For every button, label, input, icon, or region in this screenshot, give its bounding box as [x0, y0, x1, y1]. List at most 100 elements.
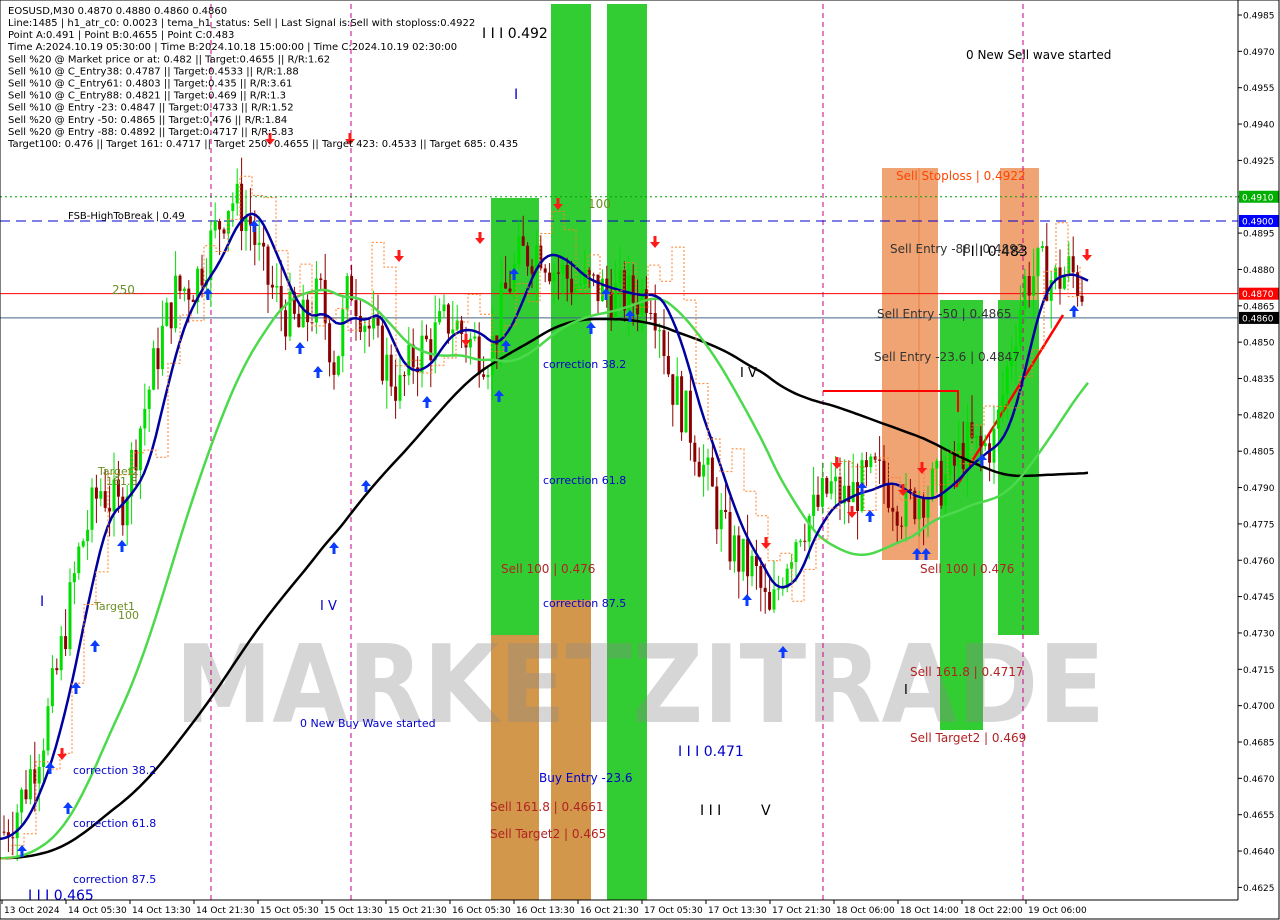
time-tick-label: 18 Oct 22:00	[964, 906, 1023, 916]
bull-candle	[807, 515, 811, 542]
time-tick-label: 14 Oct 05:30	[68, 906, 127, 916]
bull-candle	[499, 282, 503, 345]
chart-annotation: 100	[588, 197, 611, 211]
bear-candle	[11, 837, 15, 839]
bull-candle	[684, 390, 688, 433]
bear-candle	[402, 375, 406, 377]
price-tick-label: 0.4970	[1243, 48, 1275, 58]
price-tick-label: 0.4625	[1243, 884, 1275, 894]
bull-candle	[917, 498, 921, 520]
time-tick-label: 16 Oct 05:30	[452, 906, 511, 916]
price-tag-label: 0.4910	[1242, 193, 1274, 203]
time-tick-label: 16 Oct 13:30	[516, 906, 575, 916]
bull-candle	[345, 276, 349, 310]
bull-candle	[517, 236, 521, 264]
chart-annotation: I I I 0.492	[482, 26, 548, 42]
bear-candle	[526, 245, 530, 267]
bull-candle	[869, 456, 873, 468]
bull-candle	[820, 477, 824, 507]
bear-candle	[108, 507, 112, 512]
bull-candle	[20, 789, 24, 813]
signal-info-line: Target100: 0.476 || Target 161: 0.4717 |…	[7, 139, 518, 150]
price-tick-label: 0.4775	[1243, 520, 1275, 530]
time-tick-label: 17 Oct 21:30	[772, 906, 831, 916]
price-tick-label: 0.4955	[1243, 84, 1275, 94]
bull-candle	[143, 408, 147, 429]
bear-candle	[191, 299, 195, 303]
time-tick-label: 17 Oct 13:30	[708, 906, 767, 916]
chart-annotation: I	[514, 87, 518, 103]
bull-candle	[574, 284, 578, 293]
bear-candle	[710, 457, 714, 487]
time-tick-label: 18 Oct 14:00	[900, 906, 959, 916]
bull-candle	[86, 529, 90, 542]
bear-candle	[596, 274, 600, 302]
bull-candle	[420, 335, 424, 373]
bull-candle	[935, 460, 939, 469]
chart-annotation: I	[40, 594, 44, 610]
bull-candle	[438, 311, 442, 323]
price-tick-label: 0.4805	[1243, 448, 1275, 458]
bull-candle	[1018, 309, 1022, 347]
bear-candle	[543, 268, 547, 273]
bull-candle	[732, 535, 736, 562]
bull-candle	[235, 183, 239, 204]
price-tick-label: 0.4730	[1243, 629, 1275, 639]
bear-candle	[1071, 256, 1075, 273]
bull-candle	[1001, 394, 1005, 410]
bull-candle	[741, 538, 745, 572]
chart-annotation: Sell Target2 | 0.465	[490, 827, 606, 841]
bull-candle	[160, 325, 164, 370]
chart-annotation: Sell Entry -88 | 0.4892	[890, 242, 1024, 256]
bull-candle	[776, 588, 780, 590]
bull-candle	[99, 491, 103, 499]
price-tick-label: 0.4655	[1243, 811, 1275, 821]
bull-candle	[486, 375, 490, 377]
bull-candle	[213, 221, 217, 231]
signal-info-line: Sell %20 @ Entry -88: 0.4892 || Target:0…	[8, 127, 294, 138]
bull-candle	[46, 706, 50, 751]
bear-candle	[979, 435, 983, 447]
bear-candle	[895, 511, 899, 526]
bear-candle	[548, 272, 552, 282]
bear-candle	[200, 268, 204, 286]
chart-annotation: correction 61.8	[73, 817, 156, 830]
chart-annotation: Sell 100 | 0.476	[920, 562, 1014, 576]
chart-annotation: correction 87.5	[543, 597, 626, 610]
bear-candle	[803, 540, 807, 542]
bear-candle	[688, 390, 692, 443]
bear-candle	[649, 312, 653, 314]
bear-candle	[380, 325, 384, 381]
bear-candle	[24, 789, 28, 800]
bull-candle	[231, 203, 235, 212]
price-level-label: FSB-HighToBreak | 0.49	[68, 211, 185, 222]
bull-candle	[165, 302, 169, 326]
price-tick-label: 0.4880	[1243, 266, 1275, 276]
bull-candle	[473, 336, 477, 339]
bull-candle	[794, 542, 798, 562]
bear-candle	[728, 512, 732, 562]
bull-candle	[442, 304, 446, 312]
bull-candle	[851, 482, 855, 503]
bear-candle	[900, 525, 904, 527]
bull-candle	[834, 476, 838, 482]
chart-annotation: I V	[320, 599, 337, 614]
bear-candle	[1080, 295, 1084, 302]
bull-candle	[152, 348, 156, 390]
bear-candle	[178, 275, 182, 291]
bear-candle	[504, 282, 508, 289]
bear-candle	[922, 498, 926, 518]
price-tick-label: 0.4640	[1243, 848, 1275, 858]
price-tick-label: 0.4685	[1243, 739, 1275, 749]
chart-annotation: Sell 100 | 0.476	[501, 562, 595, 576]
chart-annotation: Sell Entry -23.6 | 0.4847	[874, 350, 1020, 364]
bull-candle	[363, 325, 367, 332]
bull-candle	[1023, 276, 1027, 310]
signal-info-line: Time A:2024.10.19 05:30:00 | Time B:2024…	[7, 42, 457, 53]
signal-info-line: Sell %10 @ Entry -23: 0.4847 || Target:0…	[8, 103, 294, 114]
bear-candle	[680, 376, 684, 433]
bear-candle	[768, 591, 772, 610]
time-tick-label: 14 Oct 13:30	[132, 906, 191, 916]
bear-candle	[570, 278, 574, 293]
bear-candle	[332, 362, 336, 375]
